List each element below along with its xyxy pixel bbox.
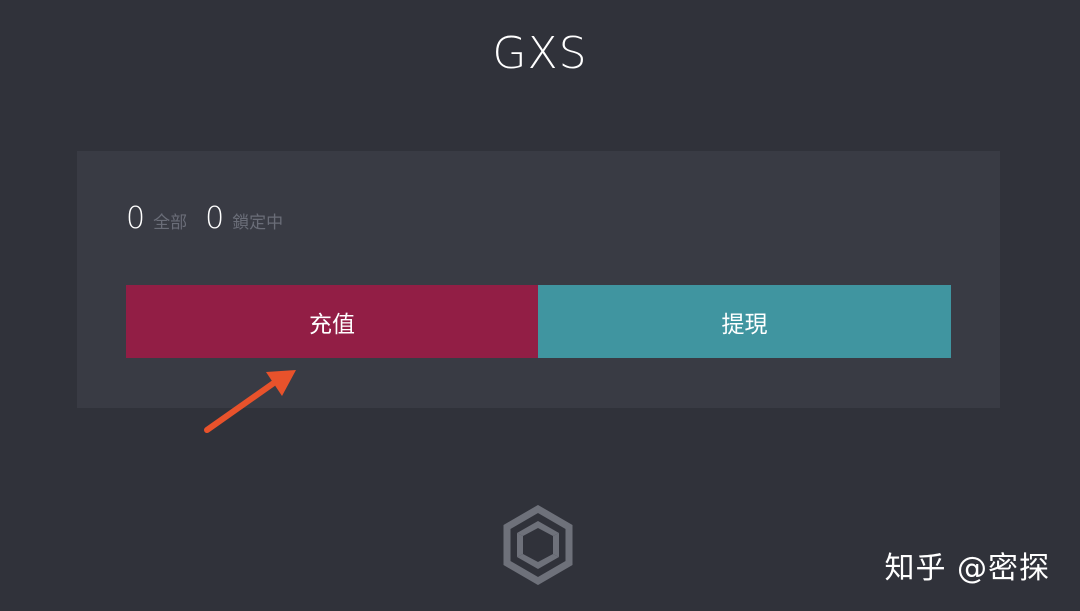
arrow-icon bbox=[204, 370, 296, 433]
watermark-text: 知乎 @密探 bbox=[884, 551, 1050, 586]
deposit-button[interactable]: 充值 bbox=[126, 285, 538, 358]
locked-balance-label: 鎖定中 bbox=[232, 213, 284, 233]
balance-summary: 0 全部 0 鎖定中 bbox=[126, 201, 301, 241]
gxs-asset-page: GXS 0 全部 0 鎖定中 充值 提現 知乎 @密探 bbox=[0, 0, 1080, 611]
page-title: GXS bbox=[492, 28, 588, 79]
locked-balance-value: 0 bbox=[205, 201, 225, 236]
gxs-logo-icon bbox=[503, 505, 573, 585]
deposit-button-label: 充值 bbox=[309, 311, 355, 338]
total-balance-label: 全部 bbox=[153, 213, 188, 233]
withdraw-button-label: 提現 bbox=[721, 311, 768, 338]
withdraw-button[interactable]: 提現 bbox=[538, 285, 951, 358]
total-balance-value: 0 bbox=[126, 201, 146, 236]
